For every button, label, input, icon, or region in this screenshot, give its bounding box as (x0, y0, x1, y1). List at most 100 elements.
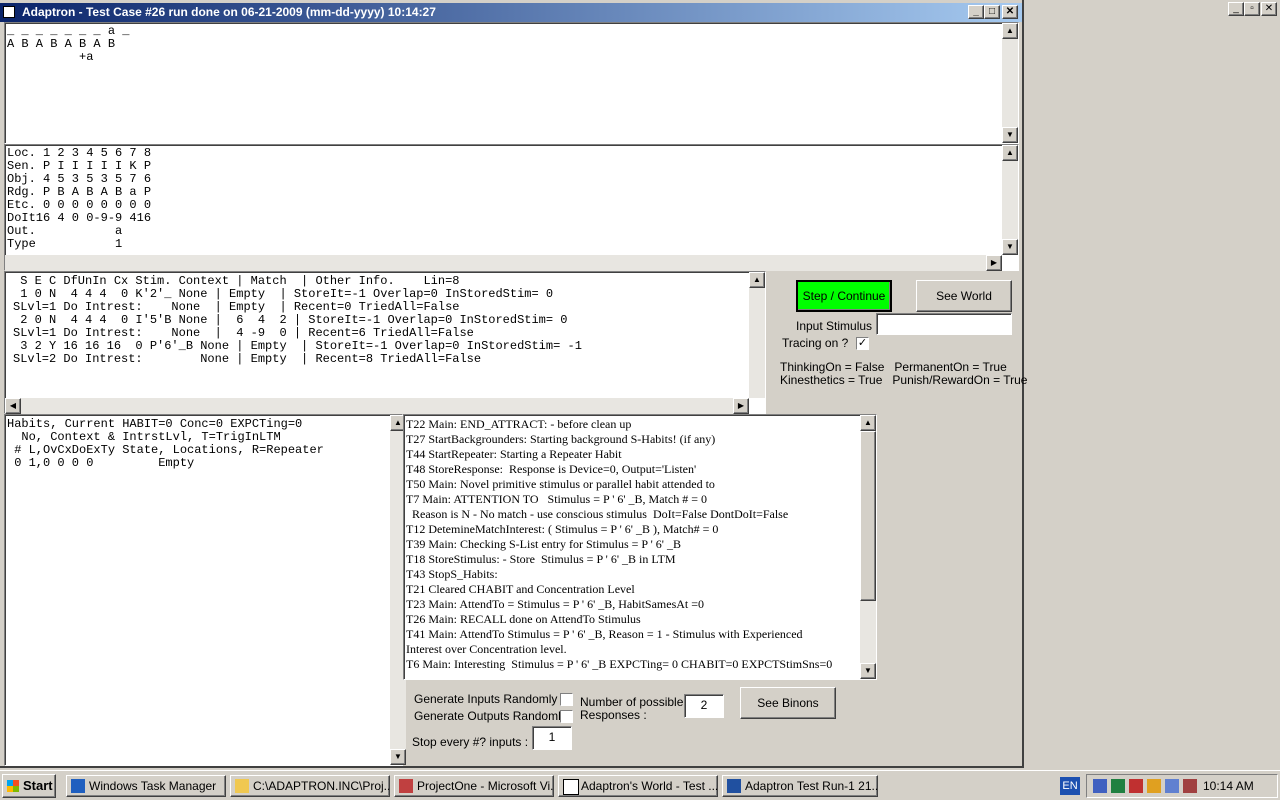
see-binons-button[interactable]: See Binons (740, 687, 836, 719)
log-line: T18 StoreStimulus: - Store Stimulus = P … (406, 552, 676, 566)
log-line: Reason is N - No match - use conscious s… (406, 507, 789, 521)
locations-hscroll[interactable]: ▶ (5, 255, 1002, 271)
locations-vscroll[interactable]: ▲ ▼ (1002, 145, 1018, 255)
input-stimulus-field[interactable] (876, 313, 1012, 335)
log-line: T48 StoreResponse: Response is Device=0,… (406, 462, 697, 476)
maximize-button[interactable]: □ (984, 5, 1000, 19)
see-world-button[interactable]: See World (916, 280, 1012, 312)
log-line: T12 DetemineMatchInterest: ( Stimulus = … (406, 522, 719, 536)
task-adaptrons-world[interactable]: Adaptron's World - Test ... (558, 775, 718, 797)
log-line: T39 Main: Checking S-List entry for Stim… (406, 537, 681, 551)
task-label: Adaptron's World - Test ... (581, 779, 718, 793)
scroll-up-arrow[interactable]: ▲ (1002, 23, 1018, 39)
windows-logo-icon (7, 780, 19, 792)
stimuli-hscroll[interactable]: ◀ ▶ (5, 398, 749, 414)
scroll-left-arrow[interactable]: ◀ (5, 398, 21, 414)
task-label: Adaptron Test Run-1 21... (745, 779, 878, 793)
sequence-vscroll[interactable]: ▲ ▼ (1002, 23, 1018, 143)
locations-panel[interactable]: Loc. 1 2 3 4 5 6 7 8 Sen. P I I I I I K … (4, 144, 1019, 271)
system-tray: 10:14 AM (1086, 774, 1278, 798)
scroll-right-arrow[interactable]: ▶ (986, 255, 1002, 271)
stop-every-field[interactable]: 1 (532, 726, 572, 750)
stimuli-panel[interactable]: S E C DfUnIn Cx Stim. Context | Match | … (4, 271, 766, 414)
scroll-up-arrow[interactable]: ▲ (860, 415, 876, 431)
gen-outputs-label: Generate Outputs Randomly? (414, 709, 574, 723)
app-icon (3, 6, 15, 18)
minimize-button[interactable]: _ (968, 5, 984, 19)
task-adaptron-test-run[interactable]: Adaptron Test Run-1 21... (722, 775, 878, 797)
task-label: C:\ADAPTRON.INC\Proj... (253, 779, 390, 793)
scroll-down-arrow[interactable]: ▼ (1002, 127, 1018, 143)
task-label: ProjectOne - Microsoft Vi... (417, 779, 554, 793)
monitor-icon[interactable] (1111, 779, 1125, 793)
stimuli-vscroll[interactable]: ▲ (749, 272, 765, 398)
task-projectone[interactable]: ProjectOne - Microsoft Vi... (394, 775, 554, 797)
stimuli-text: S E C DfUnIn Cx Stim. Context | Match | … (13, 274, 582, 366)
sequence-panel[interactable]: _ _ _ _ _ _ _ a _ A B A B A B A B +a ▲ ▼ (4, 22, 1019, 144)
app-window-icon (563, 779, 579, 795)
window-title: Adaptron - Test Case #26 run done on 06-… (22, 5, 436, 19)
log-panel[interactable]: T22 Main: END_ATTRACT: - before clean up… (403, 414, 877, 680)
log-line: T27 StartBackgrounders: Starting backgro… (406, 432, 716, 446)
log-line: T41 Main: AttendTo Stimulus = P ' 6' _B,… (406, 627, 803, 641)
log-line: Interest over Concentration level. (406, 642, 567, 656)
num-responses-field[interactable]: 2 (684, 694, 724, 718)
scroll-down-arrow[interactable]: ▼ (1002, 239, 1018, 255)
taskbar: Start Windows Task Manager C:\ADAPTRON.I… (0, 770, 1280, 800)
log-line: T44 StartRepeater: Starting a Repeater H… (406, 447, 622, 461)
num-responses-label: Number of possible (580, 695, 684, 709)
task-label: Windows Task Manager (89, 779, 217, 793)
shield-icon[interactable] (1183, 779, 1197, 793)
scroll-thumb[interactable] (860, 431, 876, 601)
num-responses-label-2: Responses : (580, 708, 647, 722)
log-line: T43 StopS_Habits: (406, 567, 498, 581)
status-line-2: Kinesthetics = True Punish/RewardOn = Tr… (780, 373, 1028, 387)
tracing-label: Tracing on ? (782, 336, 849, 350)
input-stimulus-label: Input Stimulus : (796, 319, 879, 333)
habits-text: Habits, Current HABIT=0 Conc=0 EXPCTing=… (7, 417, 324, 470)
tracing-checkbox[interactable]: ✓ (856, 337, 869, 350)
log-vscroll[interactable]: ▲ ▼ (860, 415, 876, 679)
scroll-right-arrow[interactable]: ▶ (733, 398, 749, 414)
step-continue-button[interactable]: Step / Continue (796, 280, 892, 312)
scroll-up-arrow[interactable]: ▲ (1002, 145, 1018, 161)
log-line: T21 Cleared CHABIT and Concentration Lev… (406, 582, 635, 596)
clock[interactable]: 10:14 AM (1203, 778, 1254, 794)
language-indicator[interactable]: EN (1060, 777, 1080, 795)
status-line-1: ThinkingOn = False PermanentOn = True (780, 360, 1007, 374)
log-line: T50 Main: Novel primitive stimulus or pa… (406, 477, 715, 491)
word-document-icon (727, 779, 741, 793)
gen-inputs-label: Generate Inputs Randomly ? (414, 692, 568, 706)
scroll-down-arrow[interactable]: ▼ (860, 663, 876, 679)
title-bar[interactable]: Adaptron - Test Case #26 run done on 06-… (0, 3, 1022, 22)
habits-panel[interactable]: Habits, Current HABIT=0 Conc=0 EXPCTing=… (4, 414, 406, 766)
log-line: T7 Main: ATTENTION TO Stimulus = P ' 6' … (406, 492, 707, 506)
network-icon[interactable] (1093, 779, 1107, 793)
start-button[interactable]: Start (2, 774, 56, 798)
outer-minimize-button[interactable]: _ (1228, 2, 1244, 16)
locations-text: Loc. 1 2 3 4 5 6 7 8 Sen. P I I I I I K … (7, 146, 152, 251)
vb-project-icon (399, 779, 413, 793)
gen-inputs-checkbox[interactable] (560, 693, 573, 706)
stop-every-label: Stop every #? inputs : (412, 735, 529, 749)
outer-close-button[interactable]: ✕ (1261, 2, 1277, 16)
close-button[interactable]: ✕ (1002, 5, 1018, 19)
start-label: Start (23, 778, 53, 793)
log-list: T22 Main: END_ATTRACT: - before clean up… (406, 417, 858, 679)
wireless-icon[interactable] (1165, 779, 1179, 793)
log-line: T22 Main: END_ATTRACT: - before clean up (406, 417, 632, 431)
scroll-down-arrow[interactable]: ▼ (390, 749, 406, 765)
task-manager-icon (71, 779, 85, 793)
security-icon[interactable] (1129, 779, 1143, 793)
log-line: T6 Main: Interesting Stimulus = P ' 6' _… (406, 657, 833, 671)
gen-outputs-checkbox[interactable] (560, 710, 573, 723)
task-windows-task-manager[interactable]: Windows Task Manager (66, 775, 226, 797)
outer-restore-button[interactable]: ▫ (1244, 2, 1260, 16)
scroll-up-arrow[interactable]: ▲ (749, 272, 765, 288)
volume-icon[interactable] (1147, 779, 1161, 793)
log-line: T26 Main: RECALL done on AttendTo Stimul… (406, 612, 641, 626)
task-explorer-folder[interactable]: C:\ADAPTRON.INC\Proj... (230, 775, 390, 797)
sequence-text: _ _ _ _ _ _ _ a _ A B A B A B A B +a (7, 24, 130, 64)
log-line: T23 Main: AttendTo = Stimulus = P ' 6' _… (406, 597, 705, 611)
folder-icon (235, 779, 249, 793)
